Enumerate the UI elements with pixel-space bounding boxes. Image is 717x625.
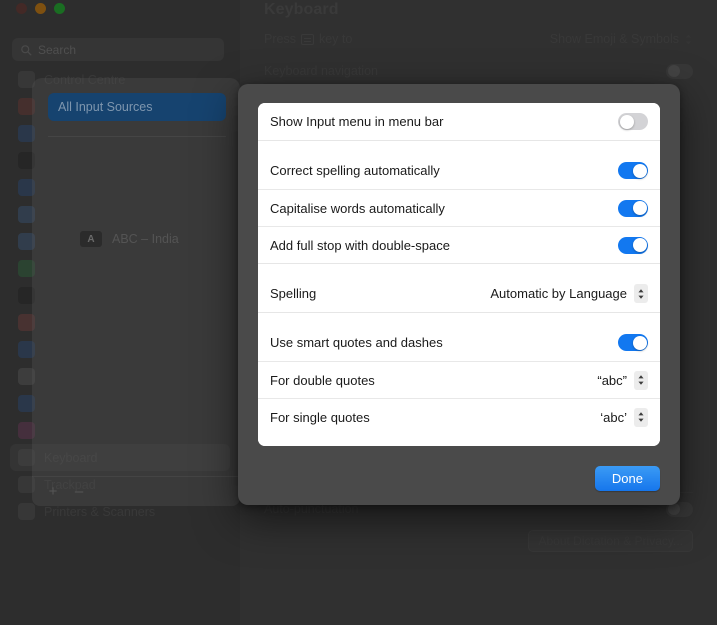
all-input-sources-item[interactable]: All Input Sources bbox=[48, 93, 226, 121]
double-quotes-value: “abc” bbox=[597, 372, 627, 388]
settings-group-4: Use smart quotes and dashes For double q… bbox=[258, 324, 660, 435]
input-source-label: ABC – India bbox=[112, 232, 179, 246]
input-source-item-abc-india[interactable]: A ABC – India bbox=[80, 231, 179, 247]
show-input-menu-label: Show Input menu in menu bar bbox=[270, 114, 444, 129]
remove-input-source-button[interactable]: – bbox=[68, 482, 90, 502]
chevron-up-down-icon bbox=[634, 370, 648, 390]
done-button[interactable]: Done bbox=[594, 466, 660, 491]
table-row[interactable]: Show Input menu in menu bar bbox=[258, 103, 660, 140]
chevron-up-down-icon bbox=[634, 407, 648, 427]
table-row[interactable]: For single quotes ‘abc’ bbox=[258, 398, 660, 435]
spelling-label: Spelling bbox=[270, 286, 317, 301]
group-gap bbox=[258, 141, 660, 152]
add-full-stop-toggle[interactable] bbox=[618, 236, 648, 254]
table-row[interactable]: Capitalise words automatically bbox=[258, 189, 660, 226]
toggle-knob bbox=[632, 163, 647, 178]
settings-group-2: Correct spelling automatically Capitalis… bbox=[258, 152, 660, 263]
input-sources-footer: + – bbox=[32, 476, 240, 506]
screen: Search Control Centre Keyboard Trackpad … bbox=[0, 0, 717, 625]
modal-action-bar: Done bbox=[594, 466, 660, 491]
smart-quotes-label: Use smart quotes and dashes bbox=[270, 335, 443, 350]
toggle-knob bbox=[632, 201, 647, 215]
capitalise-words-label: Capitalise words automatically bbox=[270, 200, 445, 216]
input-source-badge: A bbox=[80, 231, 102, 247]
chevron-up-down-icon bbox=[634, 284, 648, 303]
capitalise-words-toggle[interactable] bbox=[618, 199, 648, 217]
all-input-sources-label: All Input Sources bbox=[58, 100, 153, 114]
double-quotes-popup-button[interactable]: “abc” bbox=[597, 370, 648, 390]
smart-quotes-toggle[interactable] bbox=[618, 334, 648, 351]
spelling-popup-button[interactable]: Automatic by Language bbox=[490, 284, 648, 303]
single-quotes-popup-button[interactable]: ‘abc’ bbox=[600, 407, 648, 427]
text-input-settings-sheet: Show Input menu in menu bar Correct spel… bbox=[238, 84, 680, 505]
correct-spelling-toggle[interactable] bbox=[618, 162, 648, 179]
table-row[interactable]: Correct spelling automatically bbox=[258, 152, 660, 189]
double-quotes-label: For double quotes bbox=[270, 372, 375, 388]
single-quotes-value: ‘abc’ bbox=[600, 409, 627, 425]
add-input-source-button[interactable]: + bbox=[42, 482, 64, 502]
show-input-menu-toggle[interactable] bbox=[618, 113, 648, 130]
add-full-stop-label: Add full stop with double-space bbox=[270, 237, 450, 253]
settings-group-3: Spelling Automatic by Language bbox=[258, 275, 660, 312]
correct-spelling-label: Correct spelling automatically bbox=[270, 163, 440, 178]
table-row[interactable]: Use smart quotes and dashes bbox=[258, 324, 660, 361]
toggle-knob bbox=[632, 335, 647, 350]
table-row[interactable]: For double quotes “abc” bbox=[258, 361, 660, 398]
toggle-knob bbox=[619, 114, 634, 129]
group-gap bbox=[258, 264, 660, 275]
divider bbox=[48, 136, 226, 137]
settings-group-1: Show Input menu in menu bar bbox=[258, 103, 660, 140]
panel-bottom-padding bbox=[258, 435, 660, 446]
input-sources-panel: All Input Sources A ABC – India + – bbox=[32, 78, 240, 506]
toggle-knob bbox=[632, 238, 647, 252]
table-row[interactable]: Add full stop with double-space bbox=[258, 226, 660, 263]
single-quotes-label: For single quotes bbox=[270, 409, 370, 425]
settings-list-panel: Show Input menu in menu bar Correct spel… bbox=[258, 103, 660, 446]
table-row[interactable]: Spelling Automatic by Language bbox=[258, 275, 660, 312]
spelling-value: Automatic by Language bbox=[490, 286, 627, 301]
group-gap bbox=[258, 313, 660, 324]
